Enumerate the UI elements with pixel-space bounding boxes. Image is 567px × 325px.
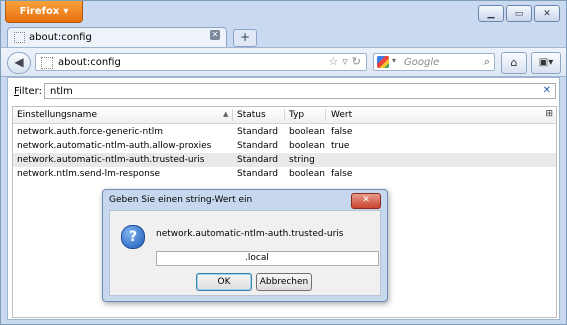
filter-row: Filter: ntlm ✕	[12, 83, 557, 100]
table-row[interactable]: network.auth.force-generic-ntlm Standard…	[13, 125, 556, 139]
pref-status: Standard	[237, 155, 278, 165]
home-icon: ⌂	[510, 56, 518, 69]
navigation-toolbar: ◀ about:config ☆ ▿ ↻ ▾ Google ⌕ ⌂ ▣▾	[1, 47, 566, 77]
bookmarks-icon: ▣▾	[538, 57, 554, 68]
pref-type: string	[289, 155, 315, 165]
question-icon: ?	[121, 225, 145, 249]
search-box[interactable]: ▾ Google ⌕	[373, 53, 495, 71]
tab-close-button[interactable]: ✕	[210, 30, 220, 40]
dialog-title: Geben Sie einen string-Wert ein	[109, 195, 253, 205]
firefox-menu-label: Firefox	[19, 6, 60, 17]
search-engine-dropdown-icon[interactable]: ▾	[392, 56, 396, 65]
close-icon: ✕	[543, 8, 551, 19]
pref-status: Standard	[237, 127, 278, 137]
string-value-dialog: Geben Sie einen string-Wert ein ✕ ? netw…	[102, 189, 388, 302]
minimize-button[interactable]: ▁	[478, 5, 504, 22]
close-icon: ✕	[362, 195, 370, 205]
back-button[interactable]: ◀	[7, 52, 31, 74]
maximize-button[interactable]: ▭	[506, 5, 532, 22]
search-icon[interactable]: ⌕	[484, 55, 490, 69]
pref-value: false	[331, 127, 353, 137]
tab-strip: about:config ✕ +	[1, 25, 566, 47]
plus-icon: +	[239, 30, 251, 44]
filter-value: ntlm	[50, 86, 73, 97]
address-bar-buttons: ☆ ▿ ↻	[328, 55, 361, 68]
pref-type: boolean	[289, 169, 325, 179]
sort-ascending-icon: ▲	[223, 110, 229, 118]
column-header-value[interactable]: Wert	[331, 110, 352, 120]
filter-input[interactable]: ntlm ✕	[44, 83, 556, 99]
window-controls: ▁ ▭ ✕	[478, 5, 560, 22]
tab-about-config[interactable]: about:config ✕	[7, 27, 227, 47]
pref-name: network.automatic-ntlm-auth.allow-proxie…	[17, 141, 212, 151]
address-bar[interactable]: about:config ☆ ▿ ↻	[35, 53, 367, 71]
dropdown-arrow-icon[interactable]: ▿	[342, 55, 348, 68]
dropdown-arrow-icon: ▾	[63, 6, 69, 17]
pref-type: boolean	[289, 141, 325, 151]
minimize-icon: ▁	[487, 8, 495, 19]
column-picker-icon[interactable]: ⊞	[545, 109, 553, 119]
table-header: Einstellungsname ▲ Status Typ Wert ⊞	[13, 107, 556, 124]
new-tab-button[interactable]: +	[233, 29, 257, 47]
close-window-button[interactable]: ✕	[534, 5, 560, 22]
pref-status: Standard	[237, 141, 278, 151]
maximize-icon: ▭	[514, 8, 524, 19]
column-header-status[interactable]: Status	[237, 110, 266, 120]
table-row[interactable]: network.ntlm.send-lm-response Standard b…	[13, 167, 556, 181]
pref-value: false	[331, 169, 353, 179]
reload-icon[interactable]: ↻	[352, 55, 361, 68]
google-icon[interactable]	[377, 56, 389, 68]
back-arrow-icon: ◀	[14, 55, 24, 69]
column-header-name[interactable]: Einstellungsname	[17, 110, 97, 120]
dialog-close-button[interactable]: ✕	[351, 193, 381, 209]
title-bar: Firefox ▾ ▁ ▭ ✕	[1, 1, 566, 25]
pref-value: true	[331, 141, 350, 151]
string-value-input[interactable]: .local	[156, 251, 379, 266]
page-identity-icon	[41, 57, 53, 69]
table-row-selected[interactable]: network.automatic-ntlm-auth.trusted-uris…	[13, 153, 556, 167]
home-button[interactable]: ⌂	[501, 52, 527, 74]
column-divider	[325, 109, 326, 121]
ok-button[interactable]: OK	[196, 273, 252, 291]
table-row[interactable]: network.automatic-ntlm-auth.allow-proxie…	[13, 139, 556, 153]
pref-name: network.ntlm.send-lm-response	[17, 169, 161, 179]
firefox-menu-button[interactable]: Firefox ▾	[5, 1, 83, 23]
tab-title: about:config	[29, 32, 92, 43]
firefox-window: Firefox ▾ ▁ ▭ ✕ about:config ✕ + ◀ about…	[0, 0, 567, 325]
pref-name: network.auth.force-generic-ntlm	[17, 127, 164, 137]
column-divider	[284, 109, 285, 121]
column-divider	[232, 109, 233, 121]
dialog-message: network.automatic-ntlm-auth.trusted-uris	[156, 229, 344, 239]
page-icon	[14, 32, 25, 43]
bookmark-star-icon[interactable]: ☆	[328, 55, 338, 68]
clear-filter-icon[interactable]: ✕	[543, 85, 551, 96]
address-text: about:config	[58, 57, 121, 68]
search-placeholder: Google	[404, 57, 440, 68]
bookmarks-button[interactable]: ▣▾	[531, 52, 561, 74]
pref-type: boolean	[289, 127, 325, 137]
pref-status: Standard	[237, 169, 278, 179]
filter-label: Filter:	[14, 86, 42, 97]
cancel-button[interactable]: Abbrechen	[256, 273, 312, 291]
column-header-type[interactable]: Typ	[289, 110, 304, 120]
string-value-text: .local	[245, 253, 269, 263]
pref-name: network.automatic-ntlm-auth.trusted-uris	[17, 155, 205, 165]
dialog-body: ? network.automatic-ntlm-auth.trusted-ur…	[109, 210, 381, 296]
